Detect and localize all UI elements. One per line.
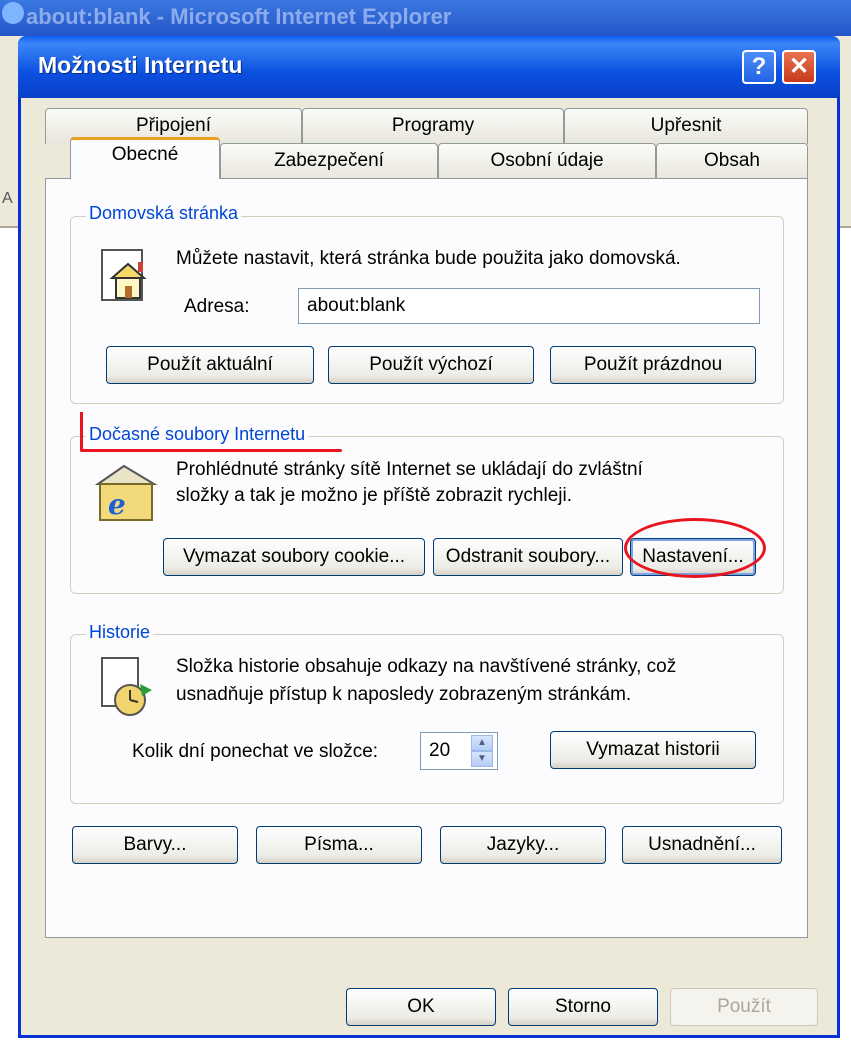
languages-button[interactable]: Jazyky...	[440, 826, 606, 864]
spin-down-icon[interactable]: ▼	[471, 751, 493, 767]
ie-folder-icon: e	[94, 464, 158, 521]
address-input[interactable]: about:blank	[298, 288, 760, 324]
history-description-line2: usnadňuje přístup k naposledy zobrazeným…	[176, 684, 632, 705]
spin-up-icon[interactable]: ▲	[471, 735, 493, 751]
tab-security[interactable]: Zabezpečení	[220, 143, 438, 179]
tab-privacy[interactable]: Osobní údaje	[438, 143, 656, 179]
background-address-letter: A	[2, 190, 13, 207]
history-days-label: Kolik dní ponechat ve složce:	[132, 741, 379, 762]
annotation-circle-settings	[624, 518, 766, 578]
annotation-underline-temp	[80, 449, 342, 452]
use-current-button[interactable]: Použít aktuální	[106, 346, 314, 384]
home-icon	[101, 249, 147, 301]
accessibility-button[interactable]: Usnadnění...	[622, 826, 782, 864]
annotation-mark	[80, 412, 83, 450]
tab-content[interactable]: Obsah	[656, 143, 808, 179]
home-page-legend: Domovská stránka	[86, 203, 242, 224]
use-default-button[interactable]: Použít výchozí	[328, 346, 534, 384]
address-label: Adresa:	[184, 296, 250, 317]
use-blank-button[interactable]: Použít prázdnou	[550, 346, 756, 384]
temp-description-line1: Prohlédnuté stránky sítě Internet se ukl…	[176, 459, 643, 480]
close-button[interactable]: ✕	[782, 50, 816, 84]
history-days-value[interactable]: 20	[429, 733, 450, 769]
dialog-title: Možnosti Internetu	[38, 52, 243, 78]
background-window-title: about:blank - Microsoft Internet Explore…	[26, 4, 452, 29]
tab-general[interactable]: Obecné	[70, 137, 220, 179]
temp-description-line2: složky a tak je možno je příště zobrazit…	[176, 485, 572, 506]
delete-files-button[interactable]: Odstranit soubory...	[433, 538, 623, 576]
ie-icon	[2, 2, 24, 24]
dialog-titlebar[interactable]: Možnosti Internetu ? ✕	[18, 36, 840, 98]
history-description-line1: Složka historie obsahuje odkazy na navšt…	[176, 656, 677, 677]
home-description: Můžete nastavit, která stránka bude použ…	[176, 248, 681, 269]
history-icon	[101, 657, 152, 716]
tab-advanced[interactable]: Upřesnit	[564, 108, 808, 144]
delete-cookies-button[interactable]: Vymazat soubory cookie...	[163, 538, 425, 576]
apply-button[interactable]: Použít	[670, 988, 818, 1026]
clear-history-button[interactable]: Vymazat historii	[550, 731, 756, 769]
history-legend: Historie	[86, 622, 154, 643]
temp-files-legend: Dočasné soubory Internetu	[86, 424, 309, 445]
history-days-stepper[interactable]: 20 ▲ ▼	[420, 732, 498, 770]
fonts-button[interactable]: Písma...	[256, 826, 422, 864]
colors-button[interactable]: Barvy...	[72, 826, 238, 864]
ok-button[interactable]: OK	[346, 988, 496, 1026]
cancel-button[interactable]: Storno	[508, 988, 658, 1026]
tab-programs[interactable]: Programy	[302, 108, 564, 144]
background-window-titlebar: about:blank - Microsoft Internet Explore…	[0, 0, 851, 36]
help-button[interactable]: ?	[742, 50, 776, 84]
svg-text:e: e	[108, 488, 126, 521]
